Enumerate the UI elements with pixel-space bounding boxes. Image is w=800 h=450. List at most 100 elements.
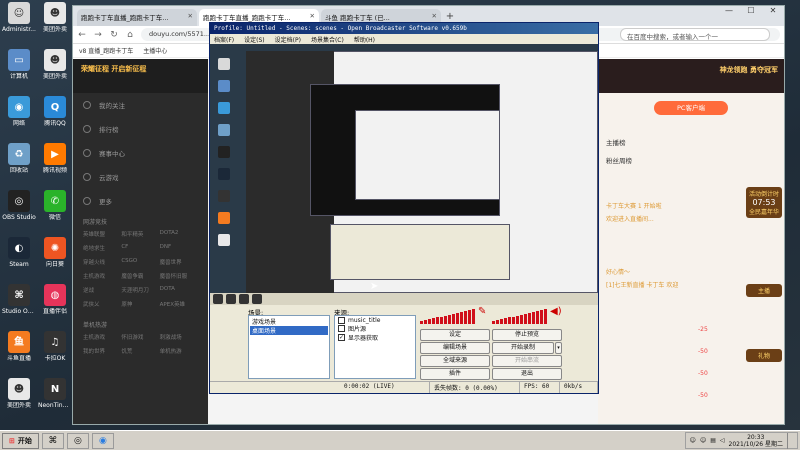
tray-qq-icon[interactable]: ☺ xyxy=(690,437,696,444)
plugins-button[interactable]: 插件 xyxy=(420,368,490,380)
event-timer[interactable]: 活动倒计时 07:53 全民嘉年华 xyxy=(746,187,782,218)
game-category-link[interactable]: 饥荒 xyxy=(121,347,159,355)
menu-profile[interactable]: 设定档(P) xyxy=(275,35,301,44)
start-recording-button[interactable]: 开始录制 xyxy=(492,342,554,354)
tray-volume-icon[interactable]: ◁ xyxy=(720,437,725,444)
desktop-icon[interactable]: ◎ OBS Studio xyxy=(2,190,36,221)
home-icon[interactable]: ⌂ xyxy=(125,30,135,40)
tray-qq-icon[interactable]: ☺ xyxy=(700,437,706,444)
desktop-icon[interactable]: ☻ 美团外卖 xyxy=(38,49,72,80)
desktop-icon[interactable]: ◐ Steam xyxy=(2,237,36,268)
game-category-link[interactable]: 单机热游 xyxy=(160,347,198,355)
desktop-icon[interactable]: ⌘ Studio One 3 xyxy=(2,284,36,315)
mic-volume-meter[interactable] xyxy=(492,308,547,324)
global-sources-button[interactable]: 全域来源 xyxy=(420,355,490,367)
game-category-link[interactable]: 武侠乂 xyxy=(83,300,121,308)
pc-client-button[interactable]: PC客户端 xyxy=(654,101,728,115)
game-category-link[interactable]: 逆战 xyxy=(83,286,121,294)
rank-title[interactable]: 主播榜 xyxy=(598,133,784,151)
recording-dropdown-icon[interactable]: ▾ xyxy=(555,342,562,354)
desktop-icon[interactable]: ☻ 美团外卖 xyxy=(2,378,36,409)
close-tab-icon[interactable]: ✕ xyxy=(310,12,315,20)
toolbar-app-icon[interactable] xyxy=(252,294,262,304)
forward-icon[interactable]: → xyxy=(93,30,103,40)
game-category-link[interactable]: 刺激战场 xyxy=(160,333,198,341)
game-category-link[interactable]: 魔兽怀旧服 xyxy=(160,272,198,280)
start-streaming-button[interactable]: 开始串流 xyxy=(492,355,562,367)
search-input[interactable]: 在百度中搜索，或者输入一个一 xyxy=(620,28,770,41)
sidebar-item-match[interactable]: 赛事中心 xyxy=(73,141,208,165)
obs-preview[interactable]: ➤ xyxy=(210,44,598,293)
game-category-link[interactable]: 天涯明月刀 xyxy=(121,286,159,294)
obs-title-bar[interactable]: Profile: Untitled - Scenes: scenes - Ope… xyxy=(210,23,598,34)
bookmark-item[interactable]: 主播中心 xyxy=(143,46,167,55)
desktop-icon[interactable]: ♫ 卡拉OK xyxy=(38,331,72,362)
desktop-icon[interactable]: ✆ 微信 xyxy=(38,190,72,221)
menu-help[interactable]: 帮助(H) xyxy=(354,35,375,44)
game-category-link[interactable]: CSGO xyxy=(121,258,159,266)
bookmark-item[interactable]: v8 直播_跑跑卡丁车 xyxy=(79,46,133,55)
gift-widget[interactable]: 主播 xyxy=(746,284,782,297)
tray-network-icon[interactable]: ▤ xyxy=(710,437,716,444)
sidebar-item-follow[interactable]: 我的关注 xyxy=(73,93,208,117)
reload-icon[interactable]: ↻ xyxy=(109,30,119,40)
desktop-icon[interactable]: ◍ 直播伴侣 xyxy=(38,284,72,315)
sidebar-item-cloud-game[interactable]: 云游戏 xyxy=(73,165,208,189)
game-category-link[interactable]: 怀旧游戏 xyxy=(121,333,159,341)
menu-file[interactable]: 档案(F) xyxy=(214,35,234,44)
game-category-link[interactable]: 魔兽世界 xyxy=(160,258,198,266)
desktop-icon[interactable]: ▭ 计算机 xyxy=(2,49,36,80)
game-category-link[interactable]: 原神 xyxy=(121,300,159,308)
start-button[interactable]: ⊞ 开始 xyxy=(2,432,39,449)
back-icon[interactable]: ← xyxy=(77,30,87,40)
game-category-link[interactable]: 穿越火线 xyxy=(83,258,121,266)
minimize-button[interactable]: — xyxy=(718,6,740,20)
game-category-link[interactable]: 主机游戏 xyxy=(83,333,121,341)
sidebar-item-rank[interactable]: 排行榜 xyxy=(73,117,208,141)
right-banner[interactable]: 神龙领跑 勇夺冠军 xyxy=(598,59,784,93)
desktop-volume-meter[interactable] xyxy=(420,308,475,324)
game-category-link[interactable]: CF xyxy=(121,244,159,252)
show-desktop-button[interactable] xyxy=(787,432,793,449)
desktop-icon[interactable]: ◉ 网络 xyxy=(2,96,36,127)
edit-scene-button[interactable]: 编辑场景 xyxy=(420,342,490,354)
game-category-link[interactable]: APEX英雄 xyxy=(160,300,198,308)
desktop-icon[interactable]: N NeonTing... xyxy=(38,378,72,409)
menu-settings[interactable]: 设定(S) xyxy=(244,35,265,44)
desktop-icon[interactable]: ☺ Administr... xyxy=(2,2,36,33)
taskbar-chrome-icon[interactable]: ◉ xyxy=(91,432,114,449)
source-checkbox[interactable] xyxy=(338,317,345,324)
desktop-icon[interactable]: ▶ 腾讯视频 xyxy=(38,143,72,174)
sidebar-item-more[interactable]: 更多 xyxy=(73,189,208,213)
stop-preview-button[interactable]: 停止预览 xyxy=(492,329,562,341)
toolbar-app-icon[interactable] xyxy=(213,294,223,304)
desktop-icon[interactable]: ☻ 美团外卖 xyxy=(38,2,72,33)
close-window-button[interactable]: ✕ xyxy=(762,6,784,20)
speaker-icon[interactable]: ◀) xyxy=(550,306,562,317)
browser-tab-1[interactable]: 跑跑卡丁车直播_跑跑卡丁车... ✕ xyxy=(77,9,197,26)
game-category-link[interactable]: 我的世界 xyxy=(83,347,121,355)
scenes-list[interactable]: 游戏场景 桌面场景 xyxy=(248,315,330,379)
exit-button[interactable]: 退出 xyxy=(492,368,562,380)
close-tab-icon[interactable]: ✕ xyxy=(432,12,437,20)
desktop-icon[interactable]: 鱼斗鱼直播 xyxy=(2,331,36,362)
rank-title-2[interactable]: 粉丝周榜 xyxy=(598,151,784,169)
desktop-icon[interactable]: Q 腾讯QQ xyxy=(38,96,72,127)
close-tab-icon[interactable]: ✕ xyxy=(188,12,193,20)
source-item[interactable]: 图片源 xyxy=(336,324,414,333)
sidebar-banner[interactable]: 荣耀征程 开启新征程 xyxy=(73,59,208,93)
clock[interactable]: 20:33 2021/10/26 星期二 xyxy=(729,434,784,448)
source-item[interactable]: music_title xyxy=(336,317,414,324)
toolbar-app-icon[interactable] xyxy=(226,294,236,304)
settings-button[interactable]: 设定 xyxy=(420,329,490,341)
taskbar-obs-icon[interactable]: ◎ xyxy=(66,432,89,449)
source-item[interactable]: ✓ 显示器获取 xyxy=(336,333,414,342)
scene-item[interactable]: 游戏场景 xyxy=(250,317,328,326)
game-category-link[interactable]: 绝地求生 xyxy=(83,244,121,252)
game-category-link[interactable]: 魔兽争霸 xyxy=(121,272,159,280)
maximize-button[interactable]: ☐ xyxy=(740,6,762,20)
game-category-link[interactable]: 英雄联盟 xyxy=(83,230,121,238)
desktop-volume-icon[interactable]: ✎ xyxy=(478,306,486,317)
toolbar-app-icon[interactable] xyxy=(239,294,249,304)
game-category-link[interactable]: DNF xyxy=(160,244,198,252)
